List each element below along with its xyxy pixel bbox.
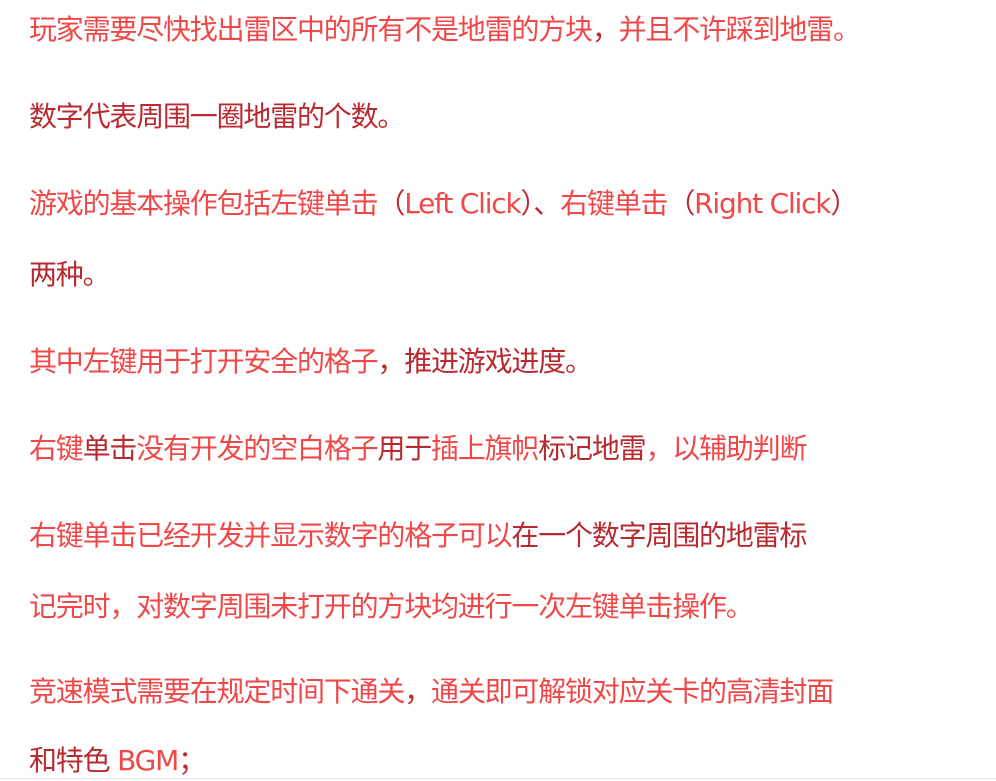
text-run: ， [591,13,620,46]
line-1-1: 玩家需要尽快找出雷区中的所有不是地雷的方块，并且不许踩到地雷。 [29,13,861,46]
text-run: 通关即可解锁对应关卡的高清封面 [431,675,834,708]
text-run: 标记地雷 [538,432,646,465]
bottom-divider [0,778,996,779]
text-run: ，推进游戏进度。 [377,345,593,378]
paragraph-7-line-2: 和特色 BGM； [29,744,206,777]
paragraph-3: 游戏的基本操作包括左键单击（Left Click）、右键单击（Right Cli… [29,187,858,220]
text-run: Left Click [404,187,522,220]
text-run: Right Click [694,187,831,220]
text-run: 玩家需要尽快找出雷区中的所有不是地雷的方块 [29,13,593,46]
text-run: BGM [117,744,179,777]
text-run: 右键 [29,432,84,465]
paragraph-2: 数字代表周围一圈地雷的个数。 [29,100,405,133]
text-run: 在一个数字周围的地雷标 [511,519,807,552]
paragraph-6-line-2: 记完时，对数字周围未打开的方块均进行一次左键单击操作。 [29,590,754,623]
text-run: 没有开发的空白格子 [136,432,378,465]
text-run: ； [178,744,206,777]
text-run: ， [404,675,432,708]
text-run: 并且不许踩到地雷。 [618,13,861,46]
text-run: 其中左键用于打开安全的格子 [29,345,379,378]
text-run: 插上旗帜 [431,432,539,465]
text-run: （ [377,187,405,220]
text-run: （ [667,187,695,220]
paragraph-6: 右键单击已经开发并显示数字的格子可以在一个数字周围的地雷标 [29,519,807,552]
paragraph-7: 竞速模式需要在规定时间下通关，通关即可解锁对应关卡的高清封面 [29,675,834,708]
text-run: 两种。 [29,258,111,291]
text-run: 数字代表周围一圈地雷的个数。 [29,100,405,133]
text-run: 右键单击 [560,187,668,220]
paragraph-4: 其中左键用于打开安全的格子，推进游戏进度。 [29,345,593,378]
text-run: 单击 [82,432,138,465]
text-run: 用于 [377,432,432,465]
text-run: 右键单击已经开发并显示数字的格子可以 [29,519,513,552]
text-run: 游戏的基本操作包括左键单击 [29,187,379,220]
paragraph-5: 右键单击没有开发的空白格子用于插上旗帜标记地雷，以辅助判断 [29,432,807,465]
text-run: ）、 [520,187,562,220]
paragraph-1: 玩家需要尽快找出雷区中的所有不是地雷的方块，并且不许踩到地雷。 [29,13,861,46]
text-run: 记完时，对数字周围未打开的方块均进行一次左键单击操作。 [29,590,754,623]
text-run: 竞速模式需要在规定时间下通关 [29,675,405,708]
paragraph-3-line-2: 两种。 [29,258,111,291]
text-run: 和特色 [29,744,118,777]
text-run: ，以辅助判断 [645,432,807,465]
text-run: ） [830,187,858,220]
